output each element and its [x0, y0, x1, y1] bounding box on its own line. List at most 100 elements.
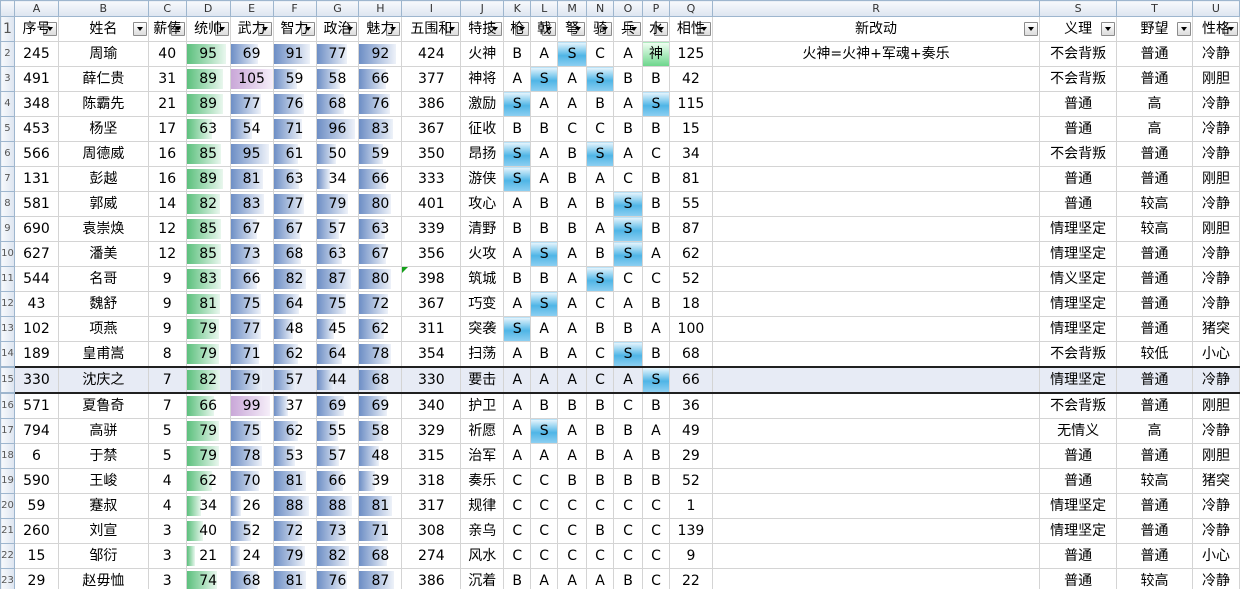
cell-id[interactable]: 627 — [13, 241, 59, 267]
cell-politics[interactable]: 73 — [315, 518, 360, 544]
cell-ambition[interactable]: 较高 — [1116, 468, 1193, 494]
cell-command[interactable]: 62 — [185, 468, 231, 494]
cell-charm[interactable]: 83 — [358, 116, 403, 142]
cell-total[interactable]: 386 — [401, 568, 462, 589]
cell-intelligence[interactable]: 68 — [272, 241, 317, 267]
cell-personality[interactable]: 刚胆 — [1191, 443, 1240, 469]
cell-name[interactable]: 彭越 — [57, 166, 149, 192]
table-row[interactable]: 7 131 彭越 16 89 81 63 34 66 333 游侠 S A B A C B 81 普通 普通 刚胆 — [0, 166, 1240, 192]
cell-personality[interactable]: 冷静 — [1191, 91, 1240, 117]
cell-new-change[interactable] — [711, 392, 1041, 419]
row-number[interactable]: 5 — [0, 116, 15, 142]
cell-skill[interactable]: 要击 — [460, 366, 505, 394]
cell-total[interactable]: 274 — [401, 543, 462, 569]
cell-affinity[interactable]: 139 — [668, 518, 713, 544]
cell-loyalty[interactable]: 情理坚定 — [1039, 241, 1118, 267]
cell-halberd[interactable]: C — [530, 518, 559, 544]
cell-command[interactable]: 95 — [185, 41, 231, 67]
column-letter-o[interactable]: O — [613, 0, 643, 17]
cell-name[interactable]: 周德威 — [57, 141, 149, 167]
cell-spear[interactable]: A — [503, 291, 532, 317]
cell-personality[interactable]: 冷静 — [1191, 141, 1240, 167]
cell-crossbow[interactable]: A — [557, 443, 588, 469]
cell-spear[interactable]: A — [503, 418, 532, 444]
cell-total[interactable]: 356 — [401, 241, 462, 267]
cell-crossbow[interactable]: B — [557, 141, 588, 167]
cell-id[interactable]: 330 — [13, 366, 59, 394]
row-number[interactable]: 10 — [0, 241, 15, 267]
cell-siege[interactable]: A — [613, 91, 643, 117]
cell-spear[interactable]: A — [503, 341, 532, 368]
cell-name[interactable]: 高骈 — [57, 418, 149, 444]
cell-halberd[interactable]: B — [530, 216, 559, 242]
cell-salary[interactable]: 17 — [147, 116, 187, 142]
cell-new-change[interactable] — [711, 91, 1041, 117]
cell-skill[interactable]: 护卫 — [460, 392, 505, 419]
cell-spear[interactable]: A — [503, 191, 532, 217]
cell-crossbow[interactable]: A — [557, 418, 588, 444]
cell-personality[interactable]: 冷静 — [1191, 518, 1240, 544]
cell-total[interactable]: 354 — [401, 341, 462, 368]
cell-loyalty[interactable]: 普通 — [1039, 116, 1118, 142]
cell-crossbow[interactable]: B — [557, 166, 588, 192]
cell-charm[interactable]: 80 — [358, 191, 403, 217]
cell-total[interactable]: 308 — [401, 518, 462, 544]
cell-intelligence[interactable]: 62 — [272, 341, 317, 368]
cell-politics[interactable]: 57 — [315, 443, 360, 469]
cell-spear[interactable]: S — [503, 91, 532, 117]
table-row[interactable]: 5 453 杨坚 17 63 54 71 96 83 367 征收 B B C C B B 15 普通高冷静 — [0, 116, 1240, 142]
cell-intelligence[interactable]: 64 — [272, 291, 317, 317]
cell-loyalty[interactable]: 普通 — [1039, 443, 1118, 469]
cell-salary[interactable]: 5 — [147, 443, 187, 469]
cell-skill[interactable]: 奏乐 — [460, 468, 505, 494]
cell-loyalty[interactable]: 情理坚定 — [1039, 366, 1118, 394]
row-number[interactable]: 22 — [0, 543, 15, 569]
cell-force[interactable]: 77 — [229, 91, 274, 117]
cell-name[interactable]: 邹衍 — [57, 543, 149, 569]
row-number[interactable]: 3 — [0, 66, 15, 92]
select-all-corner[interactable] — [0, 0, 15, 17]
cell-ambition[interactable]: 普通 — [1116, 166, 1193, 192]
cell-id[interactable]: 590 — [13, 468, 59, 494]
cell-new-change[interactable] — [711, 266, 1041, 292]
cell-force[interactable]: 70 — [229, 468, 274, 494]
table-row[interactable]: 22 15 邹衍 3 21 24 79 82 68 274 风水 C C C C C C 9 普通 普通 小心 — [0, 543, 1240, 569]
cell-affinity[interactable]: 34 — [668, 141, 713, 167]
cell-new-change[interactable] — [711, 66, 1041, 92]
cell-id[interactable]: 15 — [13, 543, 59, 569]
cell-skill[interactable]: 亲乌 — [460, 518, 505, 544]
cell-new-change[interactable] — [711, 443, 1041, 469]
table-row[interactable]: 4 348 陈霸先 21 89 77 76 68 76 386 激励 S A A B A S 115 普通高冷静 — [0, 91, 1240, 117]
cell-spear[interactable]: S — [503, 316, 532, 342]
cell-affinity[interactable]: 66 — [668, 366, 713, 394]
cell-navy[interactable]: S — [641, 91, 670, 117]
cell-charm[interactable]: 66 — [358, 166, 403, 192]
cell-salary[interactable]: 7 — [147, 366, 187, 394]
cell-command[interactable]: 66 — [185, 392, 231, 419]
cell-id[interactable]: 29 — [13, 568, 59, 589]
cell-total[interactable]: 330 — [401, 366, 462, 394]
cell-charm[interactable]: 62 — [358, 316, 403, 342]
cell-politics[interactable]: 68 — [315, 91, 360, 117]
cell-new-change[interactable] — [711, 568, 1041, 589]
cell-personality[interactable]: 冷静 — [1191, 191, 1240, 217]
table-row[interactable]: 18 6 于禁 5 79 78 53 57 48 315 治军 A A A B A B 29 普通 普通 刚胆 — [0, 443, 1240, 469]
cell-cavalry[interactable]: B — [586, 392, 615, 419]
cell-loyalty[interactable]: 情理坚定 — [1039, 316, 1118, 342]
cell-command[interactable]: 85 — [185, 141, 231, 167]
row-number[interactable]: 17 — [0, 418, 15, 444]
cell-crossbow[interactable]: A — [557, 241, 588, 267]
column-letter-c[interactable]: C — [147, 0, 187, 17]
cell-spear[interactable]: S — [503, 166, 532, 192]
cell-personality[interactable]: 猪突 — [1191, 316, 1240, 342]
cell-affinity[interactable]: 68 — [668, 341, 713, 368]
row-number[interactable]: 4 — [0, 91, 15, 117]
cell-loyalty[interactable]: 普通 — [1039, 91, 1118, 117]
column-letter-t[interactable]: T — [1116, 0, 1193, 17]
cell-affinity[interactable]: 115 — [668, 91, 713, 117]
cell-ambition[interactable]: 普通 — [1116, 291, 1193, 317]
cell-new-change[interactable] — [711, 216, 1041, 242]
cell-command[interactable]: 34 — [185, 493, 231, 519]
cell-siege[interactable]: B — [613, 316, 643, 342]
cell-name[interactable]: 夏鲁奇 — [57, 392, 149, 419]
